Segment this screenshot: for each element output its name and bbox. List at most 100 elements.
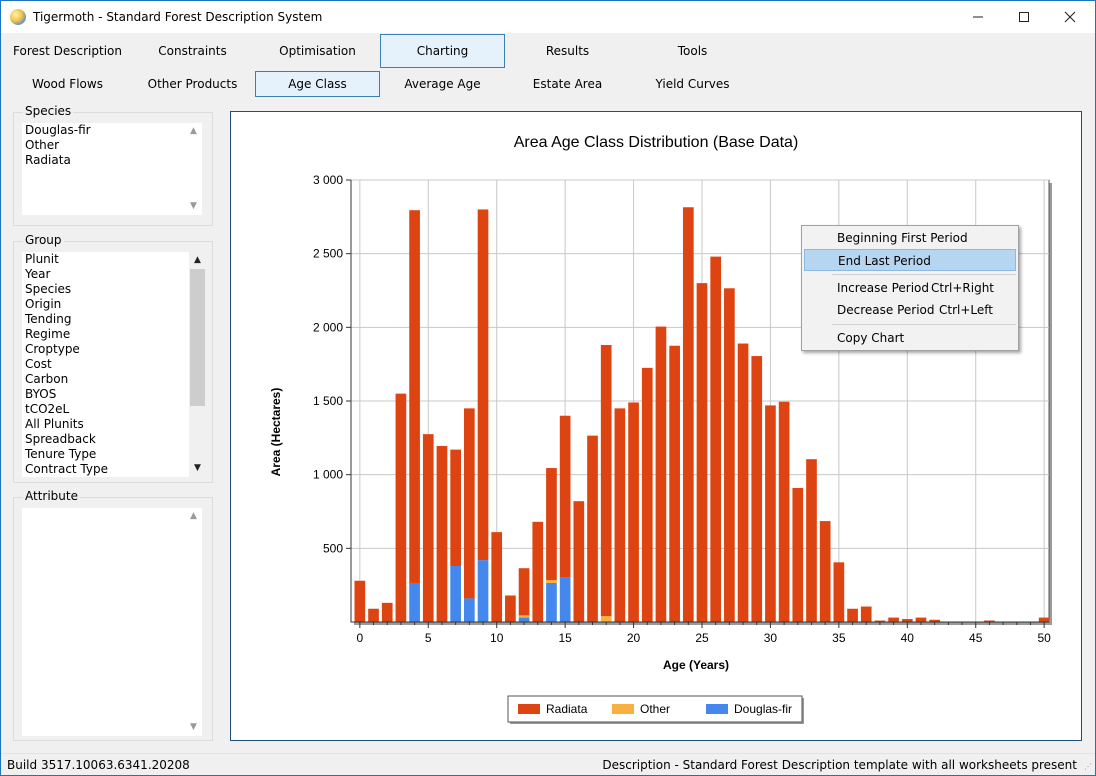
bar-radiata [724, 288, 735, 622]
x-tick-label: 45 [969, 631, 983, 645]
tab-tools[interactable]: Tools [630, 34, 755, 68]
bar-radiata [381, 602, 393, 622]
globe-icon [10, 9, 26, 25]
list-item[interactable]: Plunit [22, 252, 206, 267]
list-item[interactable]: Contract Type [22, 462, 206, 477]
x-tick-label: 40 [901, 631, 915, 645]
group-listbox[interactable]: Plunit Year Species Origin Tending Regim… [22, 252, 206, 477]
list-item[interactable]: Origin [22, 297, 206, 312]
y-tick-label: 1 000 [313, 468, 343, 482]
list-item[interactable]: Other [22, 138, 202, 153]
scroll-down-icon[interactable]: ▼ [189, 460, 206, 477]
tab-optimisation[interactable]: Optimisation [255, 34, 380, 68]
title-bar[interactable]: Tigermoth - Standard Forest Description … [1, 1, 1095, 33]
tab-other-products[interactable]: Other Products [130, 71, 255, 97]
list-item[interactable]: All Plunits [22, 417, 206, 432]
attribute-group: Attribute ▲ ▼ [13, 489, 213, 741]
attribute-listbox[interactable]: ▲ ▼ [22, 508, 202, 736]
build-version: Build 3517.10063.6341.20208 [7, 758, 190, 772]
minimize-icon [973, 16, 983, 18]
bar-radiata [696, 283, 708, 622]
chart-title: Area Age Class Distribution (Base Data) [514, 134, 799, 151]
scroll-down-icon[interactable]: ▼ [185, 198, 202, 215]
list-item[interactable]: Tending [22, 312, 206, 327]
list-item[interactable]: Carbon [22, 372, 206, 387]
y-tick-label: 1 500 [313, 394, 343, 408]
list-item[interactable]: Year [22, 267, 206, 282]
bar-radiata [600, 345, 612, 617]
scroll-down-icon[interactable]: ▼ [185, 719, 202, 736]
bar-radiata [395, 393, 407, 622]
description-text: Description - Standard Forest Descriptio… [602, 758, 1077, 772]
list-item[interactable]: Spreadback [22, 432, 206, 447]
bar-douglas-fir [546, 582, 557, 622]
scroll-up-icon[interactable]: ▲ [185, 123, 202, 140]
group-group: Group Plunit Year Species Origin Tending… [13, 233, 213, 483]
list-item[interactable]: Tenure Type [22, 447, 206, 462]
menu-item-beginning-first-period[interactable]: Beginning First Period [804, 227, 1016, 249]
bar-radiata [765, 405, 776, 622]
list-item[interactable]: Croptype [22, 342, 206, 357]
resize-grip-icon[interactable]: ⋰ [1084, 762, 1092, 771]
species-label: Species [23, 104, 74, 118]
species-listbox[interactable]: Douglas-fir Other Radiata ▲ ▼ [22, 123, 202, 215]
tab-wood-flows[interactable]: Wood Flows [5, 71, 130, 97]
bar-radiata [1038, 617, 1050, 622]
age-class-chart[interactable]: Area Age Class Distribution (Base Data) … [231, 112, 1081, 740]
tab-average-age[interactable]: Average Age [380, 71, 505, 97]
maximize-button[interactable] [1001, 1, 1047, 33]
attribute-label: Attribute [23, 489, 80, 503]
bar-radiata [450, 449, 461, 567]
scroll-up-icon[interactable]: ▲ [189, 252, 206, 269]
bar-radiata [559, 415, 571, 578]
bar-radiata [409, 210, 420, 583]
bar-radiata [737, 343, 749, 622]
y-tick-label: 2 500 [313, 247, 343, 261]
attribute-scrollbar[interactable]: ▲ ▼ [185, 508, 202, 736]
bar-douglas-fir [409, 582, 420, 622]
tab-age-class[interactable]: Age Class [255, 71, 380, 97]
tab-estate-area[interactable]: Estate Area [505, 71, 630, 97]
scroll-thumb[interactable] [190, 269, 205, 406]
tab-forest-description[interactable]: Forest Description [5, 34, 130, 68]
legend-swatch [518, 704, 540, 714]
bar-radiata [860, 606, 872, 622]
maximize-icon [1019, 12, 1029, 22]
list-item[interactable]: BYOS [22, 387, 206, 402]
tab-constraints[interactable]: Constraints [130, 34, 255, 68]
minimize-button[interactable] [955, 1, 1001, 33]
menu-item-end-last-period[interactable]: End Last Period [804, 249, 1016, 271]
species-group: Species Douglas-fir Other Radiata ▲ ▼ [13, 104, 213, 226]
bar-radiata [669, 345, 680, 622]
close-icon [1064, 11, 1076, 23]
tab-results[interactable]: Results [505, 34, 630, 68]
bar-radiata [477, 209, 489, 561]
species-scrollbar[interactable]: ▲ ▼ [185, 123, 202, 215]
main-tab-strip: Forest Description Constraints Optimisat… [1, 34, 1095, 68]
list-item[interactable]: Radiata [22, 153, 202, 168]
scroll-up-icon[interactable]: ▲ [185, 508, 202, 525]
tab-charting[interactable]: Charting [380, 34, 505, 68]
bar-radiata [641, 367, 653, 622]
tab-yield-curves[interactable]: Yield Curves [630, 71, 755, 97]
legend-swatch [706, 704, 728, 714]
list-item[interactable]: Douglas-fir [22, 123, 202, 138]
group-scrollbar[interactable]: ▲ ▼ [189, 252, 206, 477]
x-tick-label: 50 [1037, 631, 1051, 645]
bar-douglas-fir [463, 598, 475, 622]
close-button[interactable] [1047, 1, 1093, 33]
list-item[interactable]: Species [22, 282, 206, 297]
status-bar: Build 3517.10063.6341.20208 Description … [1, 753, 1095, 775]
list-item[interactable]: Regime [22, 327, 206, 342]
menu-item-copy-chart[interactable]: Copy Chart [804, 327, 1016, 349]
menu-item-decrease-period[interactable]: Decrease Period Ctrl+Left [804, 299, 1016, 321]
list-item[interactable]: Cost [22, 357, 206, 372]
list-item[interactable]: tCO2eL [22, 402, 206, 417]
chart-legend: Radiata Other Douglas-fir [507, 695, 804, 724]
x-axis-label: Age (Years) [663, 658, 729, 672]
menu-item-increase-period[interactable]: Increase Period Ctrl+Right [804, 277, 1016, 299]
legend-entry: Radiata [546, 702, 588, 716]
bar-radiata [573, 501, 585, 622]
app-window: Tigermoth - Standard Forest Description … [0, 0, 1096, 776]
chart-panel[interactable]: Area Age Class Distribution (Base Data) … [230, 111, 1082, 741]
